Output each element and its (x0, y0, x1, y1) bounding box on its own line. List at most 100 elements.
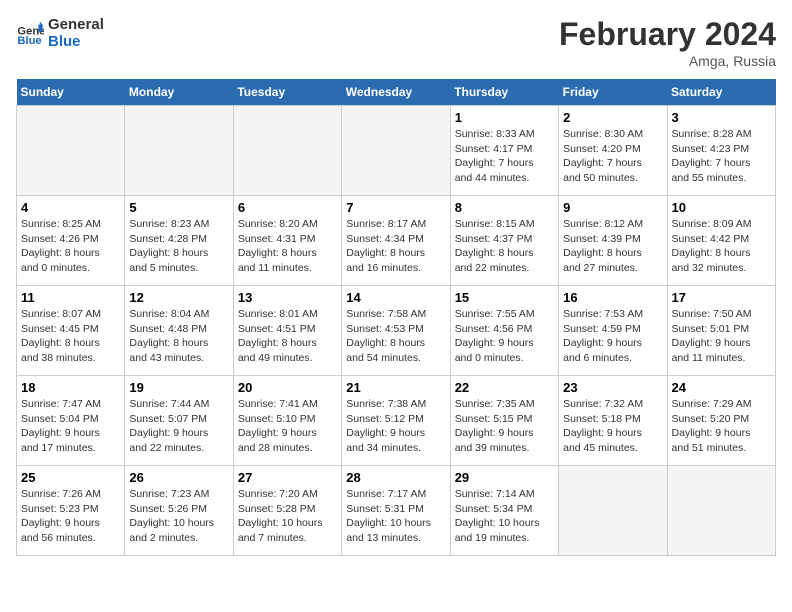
month-year-title: February 2024 (559, 16, 776, 53)
logo-blue: Blue (48, 33, 104, 50)
calendar-day-cell: 28 Sunrise: 7:17 AM Sunset: 5:31 PM Dayli… (342, 466, 450, 556)
day-info: Sunrise: 7:53 AM Sunset: 4:59 PM Dayligh… (563, 307, 662, 366)
calendar-day-cell: 9 Sunrise: 8:12 AM Sunset: 4:39 PM Daylig… (559, 196, 667, 286)
day-number: 29 (455, 470, 554, 485)
day-info: Sunrise: 8:15 AM Sunset: 4:37 PM Dayligh… (455, 217, 554, 276)
calendar-day-cell: 8 Sunrise: 8:15 AM Sunset: 4:37 PM Daylig… (450, 196, 558, 286)
day-info: Sunrise: 7:32 AM Sunset: 5:18 PM Dayligh… (563, 397, 662, 456)
day-info: Sunrise: 8:01 AM Sunset: 4:51 PM Dayligh… (238, 307, 337, 366)
day-info: Sunrise: 8:04 AM Sunset: 4:48 PM Dayligh… (129, 307, 228, 366)
day-info: Sunrise: 8:20 AM Sunset: 4:31 PM Dayligh… (238, 217, 337, 276)
calendar-day-cell: 3 Sunrise: 8:28 AM Sunset: 4:23 PM Daylig… (667, 106, 775, 196)
day-number: 12 (129, 290, 228, 305)
day-info: Sunrise: 8:25 AM Sunset: 4:26 PM Dayligh… (21, 217, 120, 276)
calendar-week-row: 4 Sunrise: 8:25 AM Sunset: 4:26 PM Daylig… (17, 196, 776, 286)
day-info: Sunrise: 7:55 AM Sunset: 4:56 PM Dayligh… (455, 307, 554, 366)
day-number: 13 (238, 290, 337, 305)
day-info: Sunrise: 8:30 AM Sunset: 4:20 PM Dayligh… (563, 127, 662, 186)
day-number: 7 (346, 200, 445, 215)
calendar-day-cell: 4 Sunrise: 8:25 AM Sunset: 4:26 PM Daylig… (17, 196, 125, 286)
day-number: 19 (129, 380, 228, 395)
calendar-day-cell: 2 Sunrise: 8:30 AM Sunset: 4:20 PM Daylig… (559, 106, 667, 196)
calendar-day-cell: 17 Sunrise: 7:50 AM Sunset: 5:01 PM Dayli… (667, 286, 775, 376)
day-info: Sunrise: 7:35 AM Sunset: 5:15 PM Dayligh… (455, 397, 554, 456)
day-number: 15 (455, 290, 554, 305)
calendar-day-cell: 5 Sunrise: 8:23 AM Sunset: 4:28 PM Daylig… (125, 196, 233, 286)
day-number: 25 (21, 470, 120, 485)
day-number: 1 (455, 110, 554, 125)
calendar-day-cell (17, 106, 125, 196)
day-number: 24 (672, 380, 771, 395)
calendar-day-cell: 22 Sunrise: 7:35 AM Sunset: 5:15 PM Dayli… (450, 376, 558, 466)
logo-general: General (48, 16, 104, 33)
day-number: 27 (238, 470, 337, 485)
calendar-day-cell (667, 466, 775, 556)
calendar-day-cell: 10Sunrise: 8:09 AM Sunset: 4:42 PM Dayli… (667, 196, 775, 286)
day-info: Sunrise: 8:17 AM Sunset: 4:34 PM Dayligh… (346, 217, 445, 276)
day-info: Sunrise: 7:17 AM Sunset: 5:31 PM Dayligh… (346, 487, 445, 546)
location-title: Amga, Russia (559, 53, 776, 69)
svg-text:Blue: Blue (17, 35, 41, 47)
weekday-header: Tuesday (233, 79, 341, 106)
day-number: 2 (563, 110, 662, 125)
calendar-day-cell (559, 466, 667, 556)
day-number: 9 (563, 200, 662, 215)
weekday-header: Friday (559, 79, 667, 106)
day-info: Sunrise: 8:33 AM Sunset: 4:17 PM Dayligh… (455, 127, 554, 186)
day-number: 8 (455, 200, 554, 215)
day-info: Sunrise: 8:12 AM Sunset: 4:39 PM Dayligh… (563, 217, 662, 276)
calendar-week-row: 25 Sunrise: 7:26 AM Sunset: 5:23 PM Dayli… (17, 466, 776, 556)
calendar-day-cell: 1 Sunrise: 8:33 AM Sunset: 4:17 PM Daylig… (450, 106, 558, 196)
day-info: Sunrise: 7:41 AM Sunset: 5:10 PM Dayligh… (238, 397, 337, 456)
day-info: Sunrise: 8:07 AM Sunset: 4:45 PM Dayligh… (21, 307, 120, 366)
calendar-week-row: 18 Sunrise: 7:47 AM Sunset: 5:04 PM Dayli… (17, 376, 776, 466)
day-info: Sunrise: 7:38 AM Sunset: 5:12 PM Dayligh… (346, 397, 445, 456)
title-area: February 2024 Amga, Russia (559, 16, 776, 69)
calendar-day-cell: 26Sunrise: 7:23 AM Sunset: 5:26 PM Dayli… (125, 466, 233, 556)
calendar-day-cell: 20Sunrise: 7:41 AM Sunset: 5:10 PM Dayli… (233, 376, 341, 466)
day-number: 22 (455, 380, 554, 395)
day-number: 5 (129, 200, 228, 215)
calendar-day-cell: 13 Sunrise: 8:01 AM Sunset: 4:51 PM Dayli… (233, 286, 341, 376)
day-number: 23 (563, 380, 662, 395)
calendar-day-cell: 12 Sunrise: 8:04 AM Sunset: 4:48 PM Dayli… (125, 286, 233, 376)
logo: General Blue General Blue (16, 16, 104, 50)
weekday-header: Sunday (17, 79, 125, 106)
calendar-day-cell: 11Sunrise: 8:07 AM Sunset: 4:45 PM Dayli… (17, 286, 125, 376)
day-info: Sunrise: 7:58 AM Sunset: 4:53 PM Dayligh… (346, 307, 445, 366)
weekday-header: Thursday (450, 79, 558, 106)
calendar-day-cell (233, 106, 341, 196)
calendar-day-cell: 14Sunrise: 7:58 AM Sunset: 4:53 PM Dayli… (342, 286, 450, 376)
day-info: Sunrise: 7:26 AM Sunset: 5:23 PM Dayligh… (21, 487, 120, 546)
day-info: Sunrise: 7:29 AM Sunset: 5:20 PM Dayligh… (672, 397, 771, 456)
day-info: Sunrise: 8:09 AM Sunset: 4:42 PM Dayligh… (672, 217, 771, 276)
calendar-week-row: 11Sunrise: 8:07 AM Sunset: 4:45 PM Dayli… (17, 286, 776, 376)
calendar-day-cell: 25 Sunrise: 7:26 AM Sunset: 5:23 PM Dayli… (17, 466, 125, 556)
day-number: 28 (346, 470, 445, 485)
weekday-header: Wednesday (342, 79, 450, 106)
day-info: Sunrise: 7:47 AM Sunset: 5:04 PM Dayligh… (21, 397, 120, 456)
calendar-day-cell (125, 106, 233, 196)
day-number: 21 (346, 380, 445, 395)
day-number: 17 (672, 290, 771, 305)
calendar-day-cell (342, 106, 450, 196)
day-number: 6 (238, 200, 337, 215)
calendar-day-cell: 15 Sunrise: 7:55 AM Sunset: 4:56 PM Dayli… (450, 286, 558, 376)
calendar-table: SundayMondayTuesdayWednesdayThursdayFrid… (16, 79, 776, 556)
day-info: Sunrise: 7:14 AM Sunset: 5:34 PM Dayligh… (455, 487, 554, 546)
page-header: General Blue General Blue February 2024 … (16, 16, 776, 69)
weekday-header: Saturday (667, 79, 775, 106)
weekday-header: Monday (125, 79, 233, 106)
calendar-day-cell: 18 Sunrise: 7:47 AM Sunset: 5:04 PM Dayli… (17, 376, 125, 466)
day-number: 4 (21, 200, 120, 215)
weekday-header-row: SundayMondayTuesdayWednesdayThursdayFrid… (17, 79, 776, 106)
calendar-day-cell: 27Sunrise: 7:20 AM Sunset: 5:28 PM Dayli… (233, 466, 341, 556)
day-number: 18 (21, 380, 120, 395)
day-number: 26 (129, 470, 228, 485)
calendar-day-cell: 19Sunrise: 7:44 AM Sunset: 5:07 PM Dayli… (125, 376, 233, 466)
day-info: Sunrise: 7:50 AM Sunset: 5:01 PM Dayligh… (672, 307, 771, 366)
day-info: Sunrise: 8:28 AM Sunset: 4:23 PM Dayligh… (672, 127, 771, 186)
day-info: Sunrise: 8:23 AM Sunset: 4:28 PM Dayligh… (129, 217, 228, 276)
day-number: 3 (672, 110, 771, 125)
calendar-day-cell: 29 Sunrise: 7:14 AM Sunset: 5:34 PM Dayli… (450, 466, 558, 556)
